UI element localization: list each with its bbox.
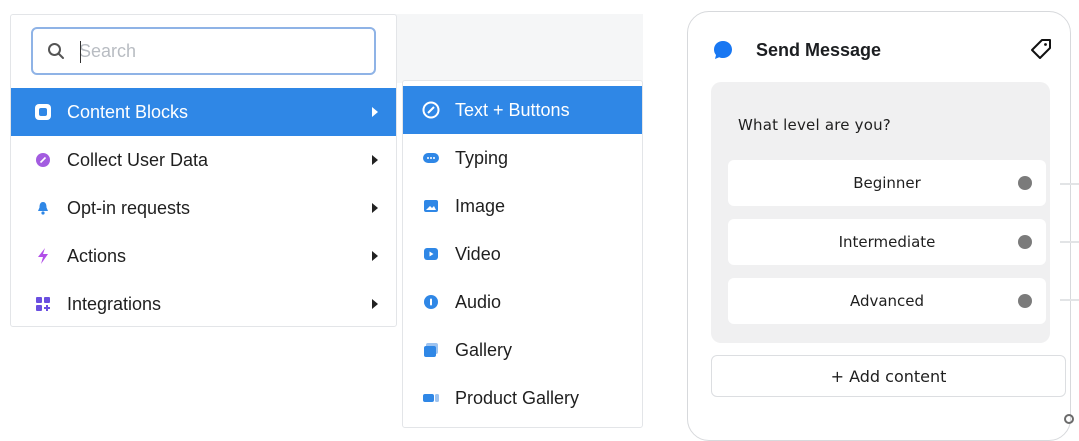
collect-data-icon bbox=[33, 150, 53, 170]
submenu-item-audio[interactable]: Audio bbox=[403, 278, 642, 326]
content-blocks-icon bbox=[33, 102, 53, 122]
submenu-item-label: Audio bbox=[455, 291, 502, 312]
search-box[interactable] bbox=[31, 27, 376, 75]
submenu-item-typing[interactable]: Typing bbox=[403, 134, 642, 182]
submenu-item-label: Video bbox=[455, 243, 501, 264]
submenu-item-product-gallery[interactable]: Product Gallery bbox=[403, 374, 642, 422]
menu-header-band bbox=[387, 14, 643, 83]
menu-item-label: Integrations bbox=[67, 293, 162, 314]
message-text[interactable]: What level are you? bbox=[738, 116, 891, 134]
text-cursor bbox=[80, 41, 81, 63]
connector-dot[interactable] bbox=[1018, 235, 1032, 249]
send-message-card[interactable]: Send Message What level are you? Beginne… bbox=[687, 11, 1071, 441]
integrations-icon bbox=[33, 294, 53, 314]
submenu-item-gallery[interactable]: Gallery bbox=[403, 326, 642, 374]
menu-item-label: Opt-in requests bbox=[67, 197, 191, 218]
menu-item-integrations[interactable]: Integrations bbox=[11, 280, 396, 328]
submenu-item-text-buttons[interactable]: Text + Buttons bbox=[403, 86, 642, 134]
submenu-item-label: Typing bbox=[455, 147, 509, 168]
menu-item-label: Content Blocks bbox=[67, 101, 189, 122]
menu-item-label: Collect User Data bbox=[67, 149, 209, 170]
typing-icon bbox=[421, 148, 441, 168]
option-label: Beginner bbox=[853, 174, 921, 192]
gallery-icon bbox=[421, 340, 441, 360]
message-block[interactable]: What level are you? Beginner Intermediat… bbox=[711, 82, 1050, 343]
option-button-advanced[interactable]: Advanced bbox=[728, 278, 1046, 324]
connector-line bbox=[1060, 241, 1079, 243]
option-button-beginner[interactable]: Beginner bbox=[728, 160, 1046, 206]
product-gallery-icon bbox=[421, 388, 441, 408]
search-input[interactable] bbox=[77, 39, 351, 63]
option-label: Intermediate bbox=[838, 233, 936, 251]
chevron-right-icon bbox=[372, 203, 378, 213]
menu-item-content-blocks[interactable]: Content Blocks bbox=[11, 88, 396, 136]
submenu-item-video[interactable]: Video bbox=[403, 230, 642, 278]
connector-dot[interactable] bbox=[1018, 294, 1032, 308]
connector-line bbox=[1060, 183, 1079, 185]
resize-handle-icon[interactable] bbox=[1064, 414, 1074, 424]
menu-panel: Content Blocks Collect User Data Opt-in … bbox=[10, 14, 397, 327]
search-icon bbox=[48, 43, 64, 59]
lightning-icon bbox=[33, 246, 53, 266]
option-label: Advanced bbox=[849, 292, 925, 310]
option-button-intermediate[interactable]: Intermediate bbox=[728, 219, 1046, 265]
menu-item-label: Actions bbox=[67, 245, 127, 266]
submenu-item-label: Product Gallery bbox=[455, 387, 580, 408]
image-icon bbox=[421, 196, 441, 216]
chevron-right-icon bbox=[372, 107, 378, 117]
chevron-right-icon bbox=[372, 155, 378, 165]
menu-item-actions[interactable]: Actions bbox=[11, 232, 396, 280]
tag-icon[interactable] bbox=[1030, 38, 1052, 65]
video-icon bbox=[421, 244, 441, 264]
submenu-item-label: Gallery bbox=[455, 339, 513, 360]
card-header: Send Message bbox=[712, 36, 881, 64]
menu-item-collect-user-data[interactable]: Collect User Data bbox=[11, 136, 396, 184]
content-blocks-submenu: Text + Buttons Typing Image Video Audio … bbox=[402, 80, 643, 428]
submenu-item-image[interactable]: Image bbox=[403, 182, 642, 230]
chevron-right-icon bbox=[372, 299, 378, 309]
chevron-right-icon bbox=[372, 251, 378, 261]
add-content-button[interactable]: + Add content bbox=[711, 355, 1066, 397]
text-buttons-icon bbox=[421, 100, 441, 120]
card-title: Send Message bbox=[756, 39, 882, 60]
chat-bubble-icon bbox=[712, 39, 734, 61]
menu-item-opt-in-requests[interactable]: Opt-in requests bbox=[11, 184, 396, 232]
submenu-item-label: Text + Buttons bbox=[455, 99, 570, 120]
connector-dot[interactable] bbox=[1018, 176, 1032, 190]
connector-line bbox=[1060, 299, 1079, 301]
audio-icon bbox=[421, 292, 441, 312]
bell-icon bbox=[33, 198, 53, 218]
submenu-item-label: Image bbox=[455, 195, 506, 216]
